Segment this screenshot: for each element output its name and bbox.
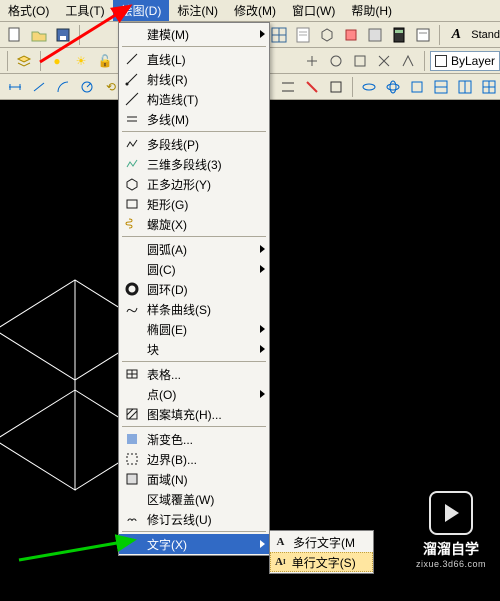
- tool-d-icon[interactable]: [373, 50, 395, 72]
- dim-c-icon[interactable]: [52, 76, 74, 98]
- dim-a-icon[interactable]: [4, 76, 26, 98]
- tb3-d-icon[interactable]: [358, 76, 380, 98]
- tb3-e-icon[interactable]: [382, 76, 404, 98]
- watermark-name: 溜溜自学: [416, 539, 486, 559]
- new-icon[interactable]: [4, 24, 26, 46]
- menu-circle[interactable]: 圆(C): [119, 259, 269, 279]
- menu-arc[interactable]: 圆弧(A): [119, 239, 269, 259]
- menu-spline[interactable]: 样条曲线(S): [119, 299, 269, 319]
- tb3-i-icon[interactable]: [478, 76, 500, 98]
- dim-d-icon[interactable]: [76, 76, 98, 98]
- submenu-dtext[interactable]: AI单行文字(S): [270, 552, 373, 572]
- menu-format[interactable]: 格式(O): [0, 0, 57, 21]
- menu-pline[interactable]: 多段线(P): [119, 134, 269, 154]
- menu-block[interactable]: 块: [119, 339, 269, 359]
- textstyle-icon[interactable]: A: [445, 24, 467, 46]
- props-icon[interactable]: [412, 24, 434, 46]
- color-swatch-icon: [435, 55, 447, 67]
- stand-label: Stand: [471, 29, 500, 41]
- calc-icon[interactable]: [388, 24, 410, 46]
- menu-text[interactable]: 文字(X): [119, 534, 269, 554]
- menu-draw[interactable]: 绘图(D): [113, 0, 170, 21]
- menubar: 格式(O) 工具(T) 绘图(D) 标注(N) 修改(M) 窗口(W) 帮助(H…: [0, 0, 500, 22]
- open-icon[interactable]: [28, 24, 50, 46]
- menu-ellipse[interactable]: 椭圆(E): [119, 319, 269, 339]
- menu-hatch[interactable]: 图案填充(H)...: [119, 404, 269, 424]
- menu-helix[interactable]: 螺旋(X): [119, 214, 269, 234]
- menu-table[interactable]: 表格...: [119, 364, 269, 384]
- tool-c-icon[interactable]: [349, 50, 371, 72]
- bulb-icon[interactable]: ●: [46, 50, 68, 72]
- tb3-b-icon[interactable]: [301, 76, 323, 98]
- bylayer-label: ByLayer: [451, 54, 495, 68]
- layer-icon[interactable]: [13, 50, 35, 72]
- menu-revcloud[interactable]: 修订云线(U): [119, 509, 269, 529]
- paint-icon[interactable]: [340, 24, 362, 46]
- menu-tools[interactable]: 工具(T): [57, 0, 112, 21]
- tool-a-icon[interactable]: [301, 50, 323, 72]
- bylayer-dropdown[interactable]: ByLayer: [430, 51, 500, 71]
- menu-donut[interactable]: 圆环(D): [119, 279, 269, 299]
- menu-rect[interactable]: 矩形(G): [119, 194, 269, 214]
- play-icon: [429, 491, 473, 535]
- menu-boundary[interactable]: 边界(B)...: [119, 449, 269, 469]
- watermark: 溜溜自学 zixue.3d66.com: [416, 491, 486, 569]
- menu-point[interactable]: 点(O): [119, 384, 269, 404]
- menu-line[interactable]: 直线(L): [119, 49, 269, 69]
- menu-polygon[interactable]: 正多边形(Y): [119, 174, 269, 194]
- menu-modeling[interactable]: 建模(M): [119, 24, 269, 44]
- menu-gradient[interactable]: 渐变色...: [119, 429, 269, 449]
- menu-window[interactable]: 窗口(W): [284, 0, 343, 21]
- menu-mline[interactable]: 多线(M): [119, 109, 269, 129]
- save-icon[interactable]: [52, 24, 74, 46]
- menu-modify[interactable]: 修改(M): [226, 0, 284, 21]
- menu-wipeout[interactable]: 区域覆盖(W): [119, 489, 269, 509]
- dim-b-icon[interactable]: [28, 76, 50, 98]
- sheet-icon[interactable]: [292, 24, 314, 46]
- menu-xline[interactable]: 构造线(T): [119, 89, 269, 109]
- menu-help[interactable]: 帮助(H): [343, 0, 400, 21]
- options-icon[interactable]: [364, 24, 386, 46]
- tool-e-icon[interactable]: [397, 50, 419, 72]
- menu-ray[interactable]: 射线(R): [119, 69, 269, 89]
- draw-menu: 建模(M) 直线(L) 射线(R) 构造线(T) 多线(M) 多段线(P) 三维…: [118, 22, 270, 556]
- tb3-a-icon[interactable]: [277, 76, 299, 98]
- tb3-h-icon[interactable]: [454, 76, 476, 98]
- tb3-g-icon[interactable]: [430, 76, 452, 98]
- menu-dim[interactable]: 标注(N): [169, 0, 226, 21]
- tb3-f-icon[interactable]: [406, 76, 428, 98]
- text-submenu: A多行文字(M AI单行文字(S): [269, 530, 374, 574]
- grid-icon[interactable]: [268, 24, 290, 46]
- sun-icon[interactable]: ☀: [70, 50, 92, 72]
- tool-b-icon[interactable]: [325, 50, 347, 72]
- lock-icon[interactable]: 🔓: [94, 50, 116, 72]
- cube-icon[interactable]: [316, 24, 338, 46]
- watermark-url: zixue.3d66.com: [416, 559, 486, 569]
- tb3-c-icon[interactable]: [325, 76, 347, 98]
- menu-pline3d[interactable]: 三维多段线(3): [119, 154, 269, 174]
- submenu-mtext[interactable]: A多行文字(M: [270, 532, 373, 552]
- menu-region[interactable]: 面域(N): [119, 469, 269, 489]
